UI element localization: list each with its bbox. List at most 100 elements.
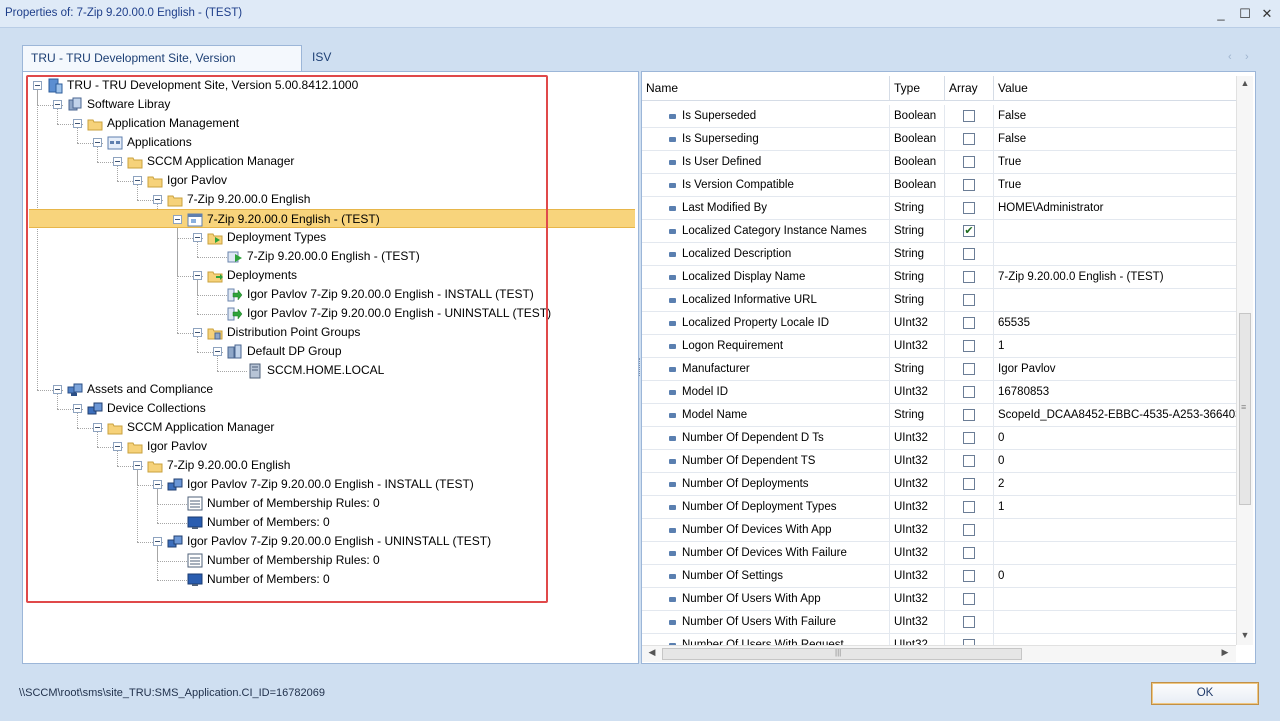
array-checkbox[interactable] [963,271,975,283]
array-checkbox[interactable] [963,317,975,329]
tree-node[interactable]: Igor Pavlov 7-Zip 9.20.00.0 English - IN… [23,475,633,494]
collapse-toggle-icon[interactable] [53,385,62,394]
property-value-cell[interactable]: True [994,151,1236,174]
scroll-up-arrow-icon[interactable]: ▲ [1237,78,1253,92]
array-checkbox[interactable]: ✔ [963,225,975,237]
tree-node[interactable]: SCCM.HOME.LOCAL [23,361,633,380]
tree-node[interactable]: TRU - TRU Development Site, Version 5.00… [23,76,633,95]
property-value-cell[interactable]: 7-Zip 9.20.00.0 English - (TEST) [994,266,1236,289]
array-checkbox[interactable] [963,248,975,260]
tree-node[interactable]: 7-Zip 9.20.00.0 English [23,190,633,209]
array-checkbox[interactable] [963,478,975,490]
object-tree[interactable]: TRU - TRU Development Site, Version 5.00… [22,71,639,664]
property-value-cell[interactable]: HOME\Administrator [994,197,1236,220]
array-checkbox[interactable] [963,547,975,559]
collapse-toggle-icon[interactable] [33,81,42,90]
tree-node[interactable]: Number of Membership Rules: 0 [23,551,633,570]
property-value-cell[interactable]: 16780853 [994,381,1236,404]
array-checkbox[interactable] [963,593,975,605]
property-value-cell[interactable] [994,588,1236,611]
property-row[interactable]: Localized Informative URL String [642,289,1236,312]
minimize-button[interactable]: _ [1212,5,1230,23]
collapse-toggle-icon[interactable] [73,119,82,128]
array-checkbox[interactable] [963,110,975,122]
property-row[interactable]: Number Of Users With App UInt32 [642,588,1236,611]
property-row[interactable]: Is Superseded Boolean False [642,105,1236,128]
tree-node[interactable]: Assets and Compliance [23,380,633,399]
collapse-toggle-icon[interactable] [193,233,202,242]
array-checkbox[interactable] [963,340,975,352]
tree-node[interactable]: Number of Members: 0 [23,570,633,589]
array-checkbox[interactable] [963,133,975,145]
collapse-toggle-icon[interactable] [73,404,82,413]
column-header-name[interactable]: Name [642,76,890,101]
array-checkbox[interactable] [963,570,975,582]
collapse-toggle-icon[interactable] [93,423,102,432]
property-value-cell[interactable] [994,542,1236,565]
array-checkbox[interactable] [963,432,975,444]
property-value-cell[interactable]: 0 [994,450,1236,473]
tree-node[interactable]: Application Management [23,114,633,133]
property-row[interactable]: Is Version Compatible Boolean True [642,174,1236,197]
scroll-right-arrow-icon[interactable]: ▶ [1218,647,1232,661]
tree-node[interactable]: Distribution Point Groups [23,323,633,342]
property-row[interactable]: Localized Property Locale ID UInt32 65535 [642,312,1236,335]
tree-node[interactable]: 7-Zip 9.20.00.0 English - (TEST) [29,209,635,228]
horizontal-scroll-thumb[interactable]: ||| [662,648,1022,660]
array-checkbox[interactable] [963,363,975,375]
tree-node[interactable]: Igor Pavlov [23,437,633,456]
property-value-cell[interactable]: 0 [994,565,1236,588]
column-header-type[interactable]: Type [890,76,945,101]
property-value-cell[interactable] [994,519,1236,542]
property-value-cell[interactable]: 1 [994,496,1236,519]
tree-node[interactable]: Software Libray [23,95,633,114]
array-checkbox[interactable] [963,202,975,214]
tree-node[interactable]: SCCM Application Manager [23,152,633,171]
collapse-toggle-icon[interactable] [193,328,202,337]
property-row[interactable]: Model ID UInt32 16780853 [642,381,1236,404]
tree-node[interactable]: Number of Membership Rules: 0 [23,494,633,513]
horizontal-scrollbar[interactable]: ◀ ||| ▶ [642,645,1236,662]
property-value-cell[interactable]: ScopeId_DCAA8452-EBBC-4535-A253-366403E5 [994,404,1236,427]
tab-site-properties[interactable]: TRU - TRU Development Site, Version 5.00… [22,45,302,89]
collapse-toggle-icon[interactable] [53,100,62,109]
collapse-toggle-icon[interactable] [213,347,222,356]
array-checkbox[interactable] [963,294,975,306]
tree-node[interactable]: Applications [23,133,633,152]
property-row[interactable]: Is User Defined Boolean True [642,151,1236,174]
property-value-cell[interactable]: False [994,128,1236,151]
property-row[interactable]: Localized Description String [642,243,1236,266]
property-row[interactable]: Localized Category Instance Names String ✔ [642,220,1236,243]
property-value-cell[interactable] [994,289,1236,312]
array-checkbox[interactable] [963,179,975,191]
array-checkbox[interactable] [963,156,975,168]
property-row[interactable]: Localized Display Name String 7-Zip 9.20.0… [642,266,1236,289]
tree-node[interactable]: 7-Zip 9.20.00.0 English - (TEST) [23,247,633,266]
tab-next-button[interactable]: › [1245,51,1249,63]
array-checkbox[interactable] [963,455,975,467]
property-row[interactable]: Number Of Devices With Failure UInt32 [642,542,1236,565]
collapse-toggle-icon[interactable] [193,271,202,280]
maximize-button[interactable]: ☐ [1236,5,1254,23]
property-row[interactable]: Manufacturer String Igor Pavlov [642,358,1236,381]
tree-node[interactable]: Deployment Types [23,228,633,247]
collapse-toggle-icon[interactable] [113,157,122,166]
property-row[interactable]: Is Superseding Boolean False [642,128,1236,151]
collapse-toggle-icon[interactable] [133,176,142,185]
property-value-cell[interactable]: 1 [994,335,1236,358]
array-checkbox[interactable] [963,501,975,513]
vertical-scroll-thumb[interactable]: ≡ [1239,313,1251,505]
tree-node[interactable]: 7-Zip 9.20.00.0 English [23,456,633,475]
collapse-toggle-icon[interactable] [93,138,102,147]
tree-node[interactable]: Igor Pavlov 7-Zip 9.20.00.0 English - IN… [23,285,633,304]
property-row[interactable]: Number Of Deployments UInt32 2 [642,473,1236,496]
column-header-value[interactable]: Value [994,76,1236,101]
array-checkbox[interactable] [963,409,975,421]
array-checkbox[interactable] [963,524,975,536]
collapse-toggle-icon[interactable] [173,215,182,224]
tree-node[interactable]: Default DP Group [23,342,633,361]
property-value-cell[interactable] [994,611,1236,634]
property-row[interactable]: Number Of Dependent D Ts UInt32 0 [642,427,1236,450]
collapse-toggle-icon[interactable] [153,537,162,546]
tab-prev-button[interactable]: ‹ [1228,51,1232,63]
